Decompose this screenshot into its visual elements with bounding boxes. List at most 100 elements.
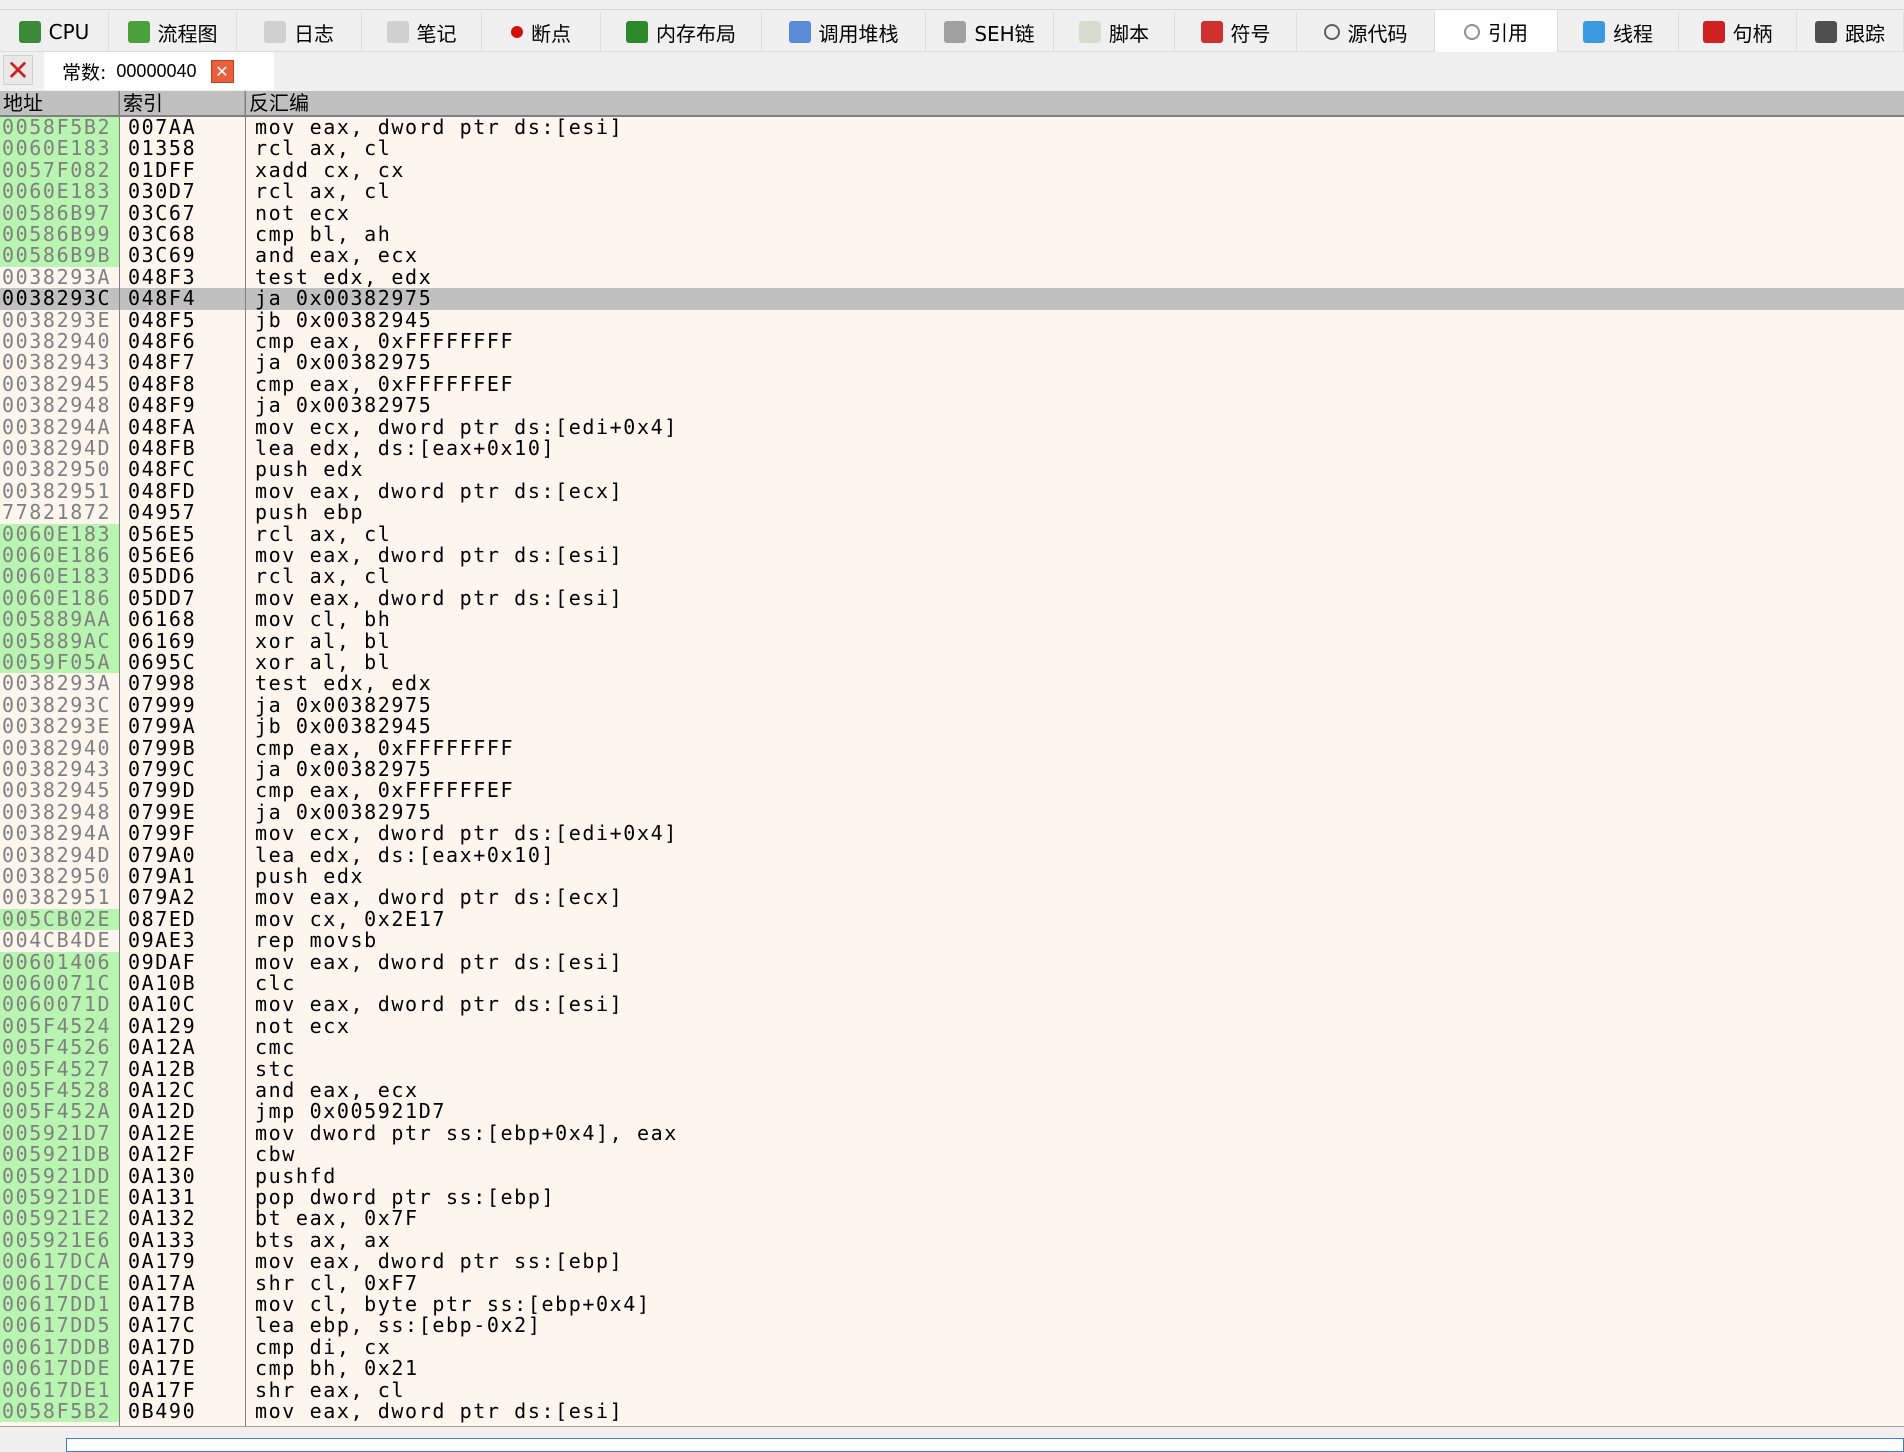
table-row[interactable]: 0057F082 01DFF xadd cx, cx xyxy=(0,159,1904,182)
table-row[interactable]: 00617DD5 0A17C lea ebp, ss:[ebp-0x2] xyxy=(0,1314,1904,1337)
column-header-index[interactable]: 索引 xyxy=(120,91,246,115)
table-row[interactable]: 0060071D 0A10C mov eax, dword ptr ds:[esi] xyxy=(0,992,1904,1017)
table-row[interactable]: 0038294D 079A0 lea edx, ds:[eax+0x10] xyxy=(0,842,1904,867)
address-cell: 00382948 xyxy=(2,395,112,417)
table-row[interactable]: 00586B99 03C68 cmp bl, ah xyxy=(0,223,1904,246)
table-row[interactable]: 0060E183 01358 rcl ax, cl xyxy=(0,137,1904,160)
table-row[interactable]: 005F4526 0A12A cmc xyxy=(0,1036,1904,1059)
address-cell: 00382945 xyxy=(2,780,112,802)
tab-seh-chain[interactable]: SEH链 xyxy=(926,12,1054,52)
table-row[interactable]: 00382940 048F6 cmp eax, 0xFFFFFFFF xyxy=(0,330,1904,352)
address-cell: 0038293E xyxy=(2,309,112,331)
table-row[interactable]: 00617DCE 0A17A shr cl, 0xF7 xyxy=(0,1272,1904,1294)
tab-source-code[interactable]: 源代码 xyxy=(1297,12,1435,52)
table-row[interactable]: 0038294A 048FA mov ecx, dword ptr ds:[edi+… xyxy=(0,416,1904,438)
table-row[interactable]: 005F4528 0A12C and eax, ecx xyxy=(0,1079,1904,1102)
tab-breakpoint[interactable]: 断点 xyxy=(482,12,601,52)
table-row[interactable]: 0058F5B2 007AA mov eax, dword ptr ds:[esi] xyxy=(0,117,1904,139)
table-row[interactable]: 005889AC 06169 xor al, bl xyxy=(0,630,1904,652)
table-row[interactable]: 00617DDB 0A17D cmp di, cx xyxy=(0,1336,1904,1359)
table-row[interactable]: 00382950 048FC push edx xyxy=(0,458,1904,480)
table-row[interactable]: 0038293E 0799A jb 0x00382945 xyxy=(0,715,1904,737)
column-header-address[interactable]: 地址 xyxy=(0,91,120,115)
table-row[interactable]: 005921D7 0A12E mov dword ptr ss:[ebp+0x4],… xyxy=(0,1122,1904,1145)
tab-tree[interactable]: 流程图 xyxy=(109,12,237,52)
tab-label: 句柄 xyxy=(1732,21,1773,46)
table-row[interactable]: 00382945 0799D cmp eax, 0xFFFFFFEF xyxy=(0,779,1904,802)
index-cell: 0A131 xyxy=(128,1185,197,1209)
table-row[interactable]: 0038293C 07999 ja 0x00382975 xyxy=(0,692,1904,717)
table-row[interactable]: 0058F5B2 0B490 mov eax, dword ptr ds:[esi] xyxy=(0,1400,1904,1423)
table-row[interactable]: 004CB4DE 09AE3 rep movsb xyxy=(0,929,1904,951)
tab-script[interactable]: 脚本 xyxy=(1054,12,1175,52)
table-row[interactable]: 00382951 079A2 mov eax, dword ptr ds:[ecx] xyxy=(0,885,1904,910)
reference-list[interactable]: 0058F5B2 007AA mov eax, dword ptr ds:[esi]… xyxy=(0,117,1904,1426)
index-cell: 079A0 xyxy=(128,842,197,867)
table-row[interactable]: 0038293A 048F3 test edx, edx xyxy=(0,266,1904,288)
table-row[interactable]: 00382940 0799B cmp eax, 0xFFFFFFFF xyxy=(0,737,1904,759)
table-row[interactable]: 0038294D 048FB lea edx, ds:[eax+0x10] xyxy=(0,437,1904,459)
table-row[interactable]: 00382951 048FD mov eax, dword ptr ds:[ecx] xyxy=(0,478,1904,503)
table-row[interactable]: 00617DCA 0A179 mov eax, dword ptr ss:[ebp] xyxy=(0,1250,1904,1273)
table-row[interactable]: 005921DB 0A12F cbw xyxy=(0,1143,1904,1166)
table-row[interactable]: 0060E183 05DD6 rcl ax, cl xyxy=(0,565,1904,588)
close-tab-icon[interactable]: ✕ xyxy=(210,59,234,83)
reference-tab[interactable]: 常数: 00000040 ✕ xyxy=(44,52,274,90)
table-row[interactable]: 0060E186 056E6 mov eax, dword ptr ds:[esi] xyxy=(0,544,1904,567)
table-row[interactable]: 005921DE 0A131 pop dword ptr ss:[ebp] xyxy=(0,1185,1904,1209)
table-row[interactable]: 00382950 079A1 push edx xyxy=(0,865,1904,887)
disasm-cell: mov cl, byte ptr ss:[ebp+0x4] xyxy=(255,1292,651,1316)
column-divider xyxy=(119,91,120,1427)
column-header-disasm[interactable]: 反汇编 xyxy=(246,91,1904,115)
table-row[interactable]: 005CB02E 087ED mov cx, 0x2E17 xyxy=(0,908,1904,931)
tab-search[interactable]: 引用 xyxy=(1435,10,1558,53)
table-row[interactable]: 00382943 048F7 ja 0x00382975 xyxy=(0,351,1904,373)
table-row[interactable]: 00382945 048F8 cmp eax, 0xFFFFFFEF xyxy=(0,373,1904,395)
index-cell: 07999 xyxy=(128,692,197,717)
table-row[interactable]: 0060E183 030D7 rcl ax, cl xyxy=(0,180,1904,203)
disasm-cell: mov eax, dword ptr ds:[ecx] xyxy=(255,478,624,503)
disasm-cell: mov eax, dword ptr ds:[esi] xyxy=(255,992,624,1017)
table-row[interactable]: 00617DDE 0A17E cmp bh, 0x21 xyxy=(0,1357,1904,1380)
table-row[interactable]: 005F4527 0A12B stc xyxy=(0,1058,1904,1080)
table-row[interactable]: 005921DD 0A130 pushfd xyxy=(0,1165,1904,1187)
table-row[interactable]: 00617DD1 0A17B mov cl, byte ptr ss:[ebp+0x… xyxy=(0,1292,1904,1316)
tab-notes[interactable]: 笔记 xyxy=(362,12,482,52)
tab-handle[interactable]: 句柄 xyxy=(1679,12,1797,52)
command-input[interactable] xyxy=(66,1438,1904,1452)
table-row[interactable]: 00382948 048F9 ja 0x00382975 xyxy=(0,394,1904,417)
table-row[interactable]: 0060071C 0A10B clc xyxy=(0,971,1904,995)
table-row[interactable]: 005F452A 0A12D jmp 0x005921D7 xyxy=(0,1100,1904,1123)
table-row[interactable]: 0038293E 048F5 jb 0x00382945 xyxy=(0,309,1904,331)
table-row[interactable]: 00382948 0799E ja 0x00382975 xyxy=(0,801,1904,823)
table-row[interactable]: 00586B9B 03C69 and eax, ecx xyxy=(0,244,1904,267)
table-row[interactable]: 0060E186 05DD7 mov eax, dword ptr ds:[esi] xyxy=(0,587,1904,610)
disasm-cell: lea edx, ds:[eax+0x10] xyxy=(255,842,556,867)
table-row[interactable]: 005F4524 0A129 not ecx xyxy=(0,1015,1904,1038)
tab-label: 符号 xyxy=(1230,21,1271,46)
table-row[interactable]: 0059F05A 0695C xor al, bl xyxy=(0,651,1904,674)
tab-log[interactable]: 日志 xyxy=(237,12,362,52)
table-row[interactable]: 00586B97 03C67 not ecx xyxy=(0,202,1904,224)
table-row[interactable]: 00382943 0799C ja 0x00382975 xyxy=(0,758,1904,780)
table-row[interactable]: 77821872 04957 push ebp xyxy=(0,501,1904,523)
address-cell: 00617DCE xyxy=(0,1272,119,1294)
table-row[interactable]: 0038293A 07998 test edx, edx xyxy=(0,672,1904,694)
table-row[interactable]: 005921E2 0A132 bt eax, 0x7F xyxy=(0,1207,1904,1230)
table-row[interactable]: 0038294A 0799F mov ecx, dword ptr ds:[edi+… xyxy=(0,822,1904,844)
tab-memory[interactable]: 内存布局 xyxy=(601,12,762,52)
disasm-cell: clc xyxy=(255,971,296,995)
tab-thread[interactable]: 线程 xyxy=(1558,12,1679,52)
table-row[interactable]: 005921E6 0A133 bts ax, ax xyxy=(0,1229,1904,1252)
tab-trace[interactable]: 跟踪 xyxy=(1797,12,1904,52)
table-row[interactable]: 00601406 09DAF mov eax, dword ptr ds:[esi] xyxy=(0,951,1904,973)
table-row[interactable]: 005889AA 06168 mov cl, bh xyxy=(0,608,1904,631)
disasm-cell: mov eax, dword ptr ds:[ecx] xyxy=(255,885,624,910)
tab-callstack[interactable]: 调用堆栈 xyxy=(762,12,926,52)
tab-symbol[interactable]: 符号 xyxy=(1175,12,1297,52)
table-row[interactable]: 0060E183 056E5 rcl ax, cl xyxy=(0,523,1904,545)
close-all-icon[interactable]: ✕ xyxy=(3,55,33,86)
tab-cpu[interactable]: CPU xyxy=(0,12,109,52)
table-row[interactable]: 0038293C 048F4 ja 0x00382975 xyxy=(0,287,1904,310)
table-row[interactable]: 00617DE1 0A17F shr eax, cl xyxy=(0,1379,1904,1401)
